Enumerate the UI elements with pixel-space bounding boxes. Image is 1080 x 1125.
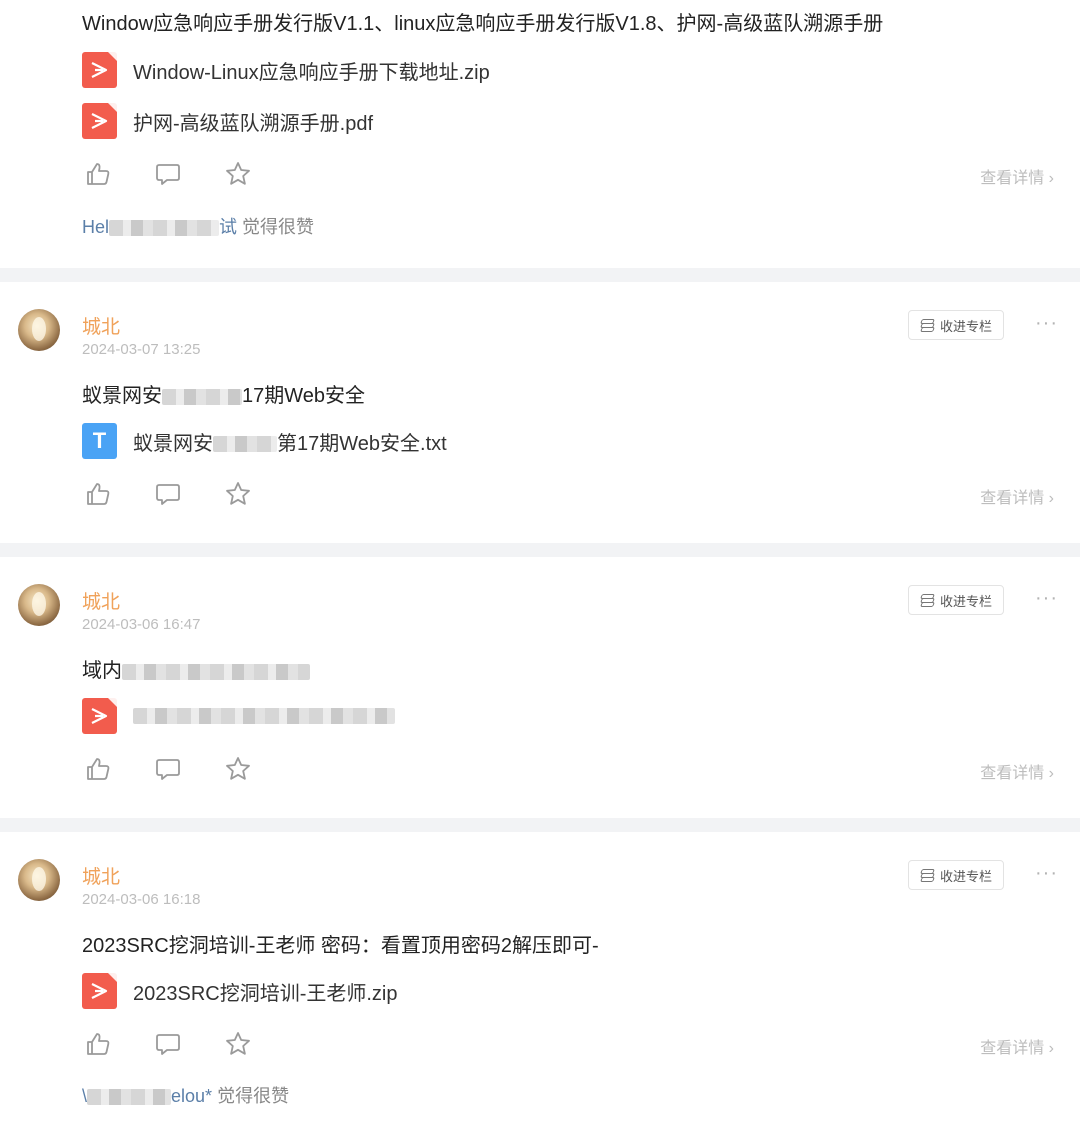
thumbs-up-icon[interactable] bbox=[82, 1028, 114, 1060]
post-actions bbox=[82, 753, 254, 785]
add-to-column-button[interactable]: 收进专栏 bbox=[908, 310, 1004, 340]
file-name: Window-Linux应急响应手册下载地址.zip bbox=[133, 61, 490, 84]
pdf-file-icon bbox=[82, 103, 117, 139]
pdf-file-icon bbox=[82, 973, 117, 1009]
more-options-button[interactable]: ··· bbox=[1035, 587, 1058, 610]
post-card: Window应急响应手册发行版V1.1、linux应急响应手册发行版V1.8、护… bbox=[0, 0, 1080, 268]
avatar[interactable] bbox=[18, 309, 60, 351]
comment-icon[interactable] bbox=[152, 753, 184, 785]
add-to-column-button[interactable]: 收进专栏 bbox=[908, 860, 1004, 890]
avatar[interactable] bbox=[18, 584, 60, 626]
post-title[interactable]: 2023SRC挖洞培训-王老师 密码：看置顶用密码2解压即可- bbox=[82, 929, 599, 958]
file-attachment[interactable]: 护网-高级蓝队溯源手册.pdf bbox=[82, 103, 373, 139]
post-card: 城北 2024-03-06 16:47 收进专栏 ··· 域内 查看详情 › bbox=[0, 557, 1080, 818]
pdf-file-icon bbox=[82, 52, 117, 88]
author-name[interactable]: 城北 bbox=[82, 862, 120, 889]
post-actions bbox=[82, 478, 254, 510]
post-card: 城北 2024-03-06 16:18 收进专栏 ··· 2023SRC挖洞培训… bbox=[0, 832, 1080, 1125]
post-separator bbox=[0, 818, 1080, 832]
comment-icon[interactable] bbox=[152, 478, 184, 510]
layers-icon bbox=[920, 318, 936, 332]
post-actions bbox=[82, 1028, 254, 1060]
view-detail-link[interactable]: 查看详情 › bbox=[980, 759, 1054, 783]
file-attachment[interactable]: Window-Linux应急响应手册下载地址.zip bbox=[82, 52, 490, 88]
post-title[interactable]: Window应急响应手册发行版V1.1、linux应急响应手册发行版V1.8、护… bbox=[82, 7, 883, 36]
avatar[interactable] bbox=[18, 859, 60, 901]
star-icon[interactable] bbox=[222, 158, 254, 190]
more-options-button[interactable]: ··· bbox=[1035, 312, 1058, 335]
post-title[interactable]: 蚁景网安 17期Web安全 bbox=[82, 379, 365, 408]
post-separator bbox=[0, 543, 1080, 557]
view-detail-link[interactable]: 查看详情 › bbox=[980, 164, 1054, 188]
post-separator bbox=[0, 268, 1080, 282]
star-icon[interactable] bbox=[222, 478, 254, 510]
post-time: 2024-03-06 16:18 bbox=[82, 891, 201, 908]
view-detail-link[interactable]: 查看详情 › bbox=[980, 484, 1054, 508]
add-to-column-button[interactable]: 收进专栏 bbox=[908, 585, 1004, 615]
star-icon[interactable] bbox=[222, 753, 254, 785]
file-name: 2023SRC挖洞培训-王老师.zip bbox=[133, 982, 398, 1005]
liker-name[interactable]: Hel 试 bbox=[82, 217, 237, 237]
liked-by: Hel 试 觉得很赞 bbox=[82, 217, 315, 237]
file-attachment[interactable] bbox=[82, 698, 395, 734]
author-name[interactable]: 城北 bbox=[82, 587, 120, 614]
post-actions bbox=[82, 158, 254, 190]
comment-icon[interactable] bbox=[152, 1028, 184, 1060]
post-card: 城北 2024-03-07 13:25 收进专栏 ··· 蚁景网安 17期Web安… bbox=[0, 282, 1080, 543]
view-detail-link[interactable]: 查看详情 › bbox=[980, 1034, 1054, 1058]
post-time: 2024-03-06 16:47 bbox=[82, 616, 201, 633]
thumbs-up-icon[interactable] bbox=[82, 753, 114, 785]
layers-icon bbox=[920, 593, 936, 607]
liked-by: \ elou* 觉得很赞 bbox=[82, 1086, 290, 1106]
file-name bbox=[133, 705, 395, 728]
layers-icon bbox=[920, 868, 936, 882]
thumbs-up-icon[interactable] bbox=[82, 478, 114, 510]
pdf-file-icon bbox=[82, 698, 117, 734]
file-attachment[interactable]: 2023SRC挖洞培训-王老师.zip bbox=[82, 973, 398, 1009]
thumbs-up-icon[interactable] bbox=[82, 158, 114, 190]
post-title[interactable]: 域内 bbox=[82, 654, 310, 683]
file-name: 护网-高级蓝队溯源手册.pdf bbox=[133, 112, 374, 135]
file-name: 蚁景网安 第17期Web安全.txt bbox=[133, 432, 447, 455]
comment-icon[interactable] bbox=[152, 158, 184, 190]
file-attachment[interactable]: T 蚁景网安 第17期Web安全.txt bbox=[82, 423, 447, 459]
post-time: 2024-03-07 13:25 bbox=[82, 341, 201, 358]
more-options-button[interactable]: ··· bbox=[1035, 862, 1058, 885]
author-name[interactable]: 城北 bbox=[82, 312, 120, 339]
txt-file-icon: T bbox=[82, 423, 117, 459]
liker-name[interactable]: \ elou* bbox=[82, 1086, 212, 1106]
star-icon[interactable] bbox=[222, 1028, 254, 1060]
